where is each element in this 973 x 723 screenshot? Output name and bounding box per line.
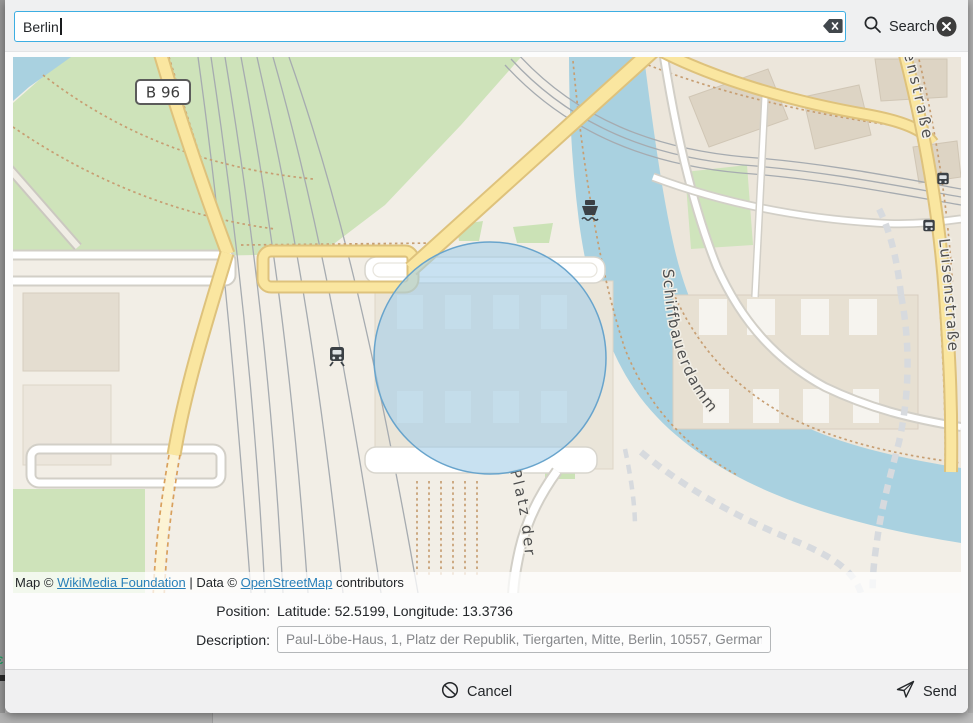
backdrop-bottom-strip bbox=[0, 713, 973, 723]
text-caret bbox=[60, 18, 62, 35]
send-button[interactable]: Send bbox=[890, 677, 963, 706]
send-button-label: Send bbox=[923, 684, 957, 700]
map-view[interactable]: Schiffbauerdamm senstraße Luisenstraße P… bbox=[13, 57, 961, 593]
openstreetmap-link[interactable]: OpenStreetMap bbox=[241, 575, 333, 590]
tram-stop-icon bbox=[923, 220, 934, 231]
backdrop-sidebar-edge bbox=[0, 713, 213, 723]
location-marker-circle[interactable] bbox=[374, 242, 606, 474]
backdrop-right-strip bbox=[968, 0, 973, 723]
wikimedia-foundation-link[interactable]: WikiMedia Foundation bbox=[57, 575, 186, 590]
road-shield-b96: B 96 bbox=[136, 80, 190, 104]
attribution-suffix: contributors bbox=[332, 575, 404, 590]
search-header: Search bbox=[5, 0, 968, 52]
search-button[interactable]: Search bbox=[857, 13, 941, 40]
map-attribution: Map © WikiMedia Foundation | Data © Open… bbox=[13, 572, 961, 593]
cancel-button[interactable]: Cancel bbox=[435, 677, 518, 706]
search-icon bbox=[863, 15, 882, 38]
attribution-map-prefix: Map © bbox=[15, 575, 57, 590]
svg-text:B 96: B 96 bbox=[146, 84, 180, 102]
position-value: Latitude: 52.5199, Longitude: 13.3736 bbox=[277, 603, 513, 619]
underlying-window-text-peek: € bbox=[0, 655, 3, 667]
description-label: Description: bbox=[5, 632, 270, 648]
search-input[interactable] bbox=[14, 11, 846, 42]
cancel-icon bbox=[441, 681, 459, 703]
clear-text-icon[interactable] bbox=[822, 18, 844, 34]
send-icon bbox=[896, 680, 915, 703]
tram-stop-icon bbox=[937, 173, 948, 184]
location-picker-dialog: Search bbox=[5, 0, 968, 713]
description-input[interactable] bbox=[277, 626, 771, 653]
attribution-data-prefix: | Data © bbox=[186, 575, 241, 590]
position-label: Position: bbox=[5, 603, 270, 619]
close-dialog-button[interactable] bbox=[936, 16, 957, 37]
close-icon bbox=[936, 25, 957, 40]
cancel-button-label: Cancel bbox=[467, 684, 512, 700]
search-button-label: Search bbox=[889, 19, 935, 35]
dialog-footer: Cancel Send bbox=[5, 669, 968, 713]
